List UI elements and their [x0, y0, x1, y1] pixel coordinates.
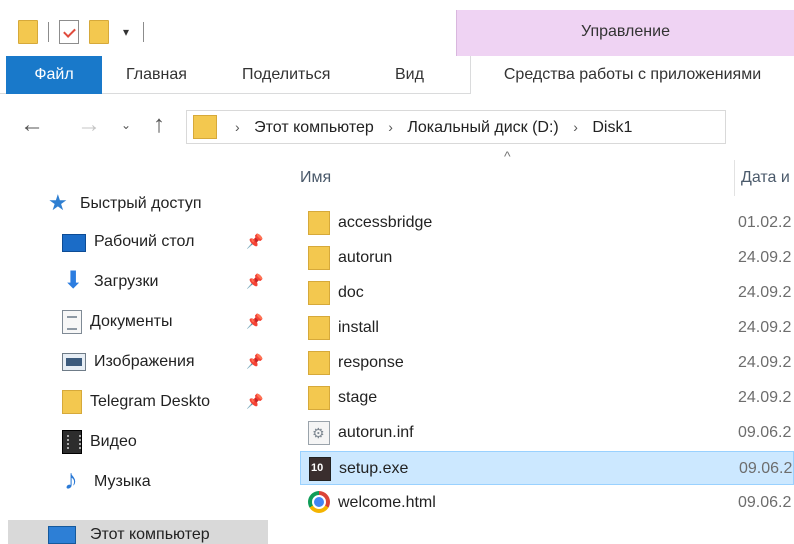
settings-file-icon	[308, 421, 330, 445]
desktop-icon	[62, 234, 86, 252]
file-row[interactable]: stage 24.09.2	[300, 381, 794, 415]
file-date: 24.09.2	[738, 389, 792, 406]
file-row-selected[interactable]: setup.exe 09.06.2	[300, 451, 794, 485]
file-date: 24.09.2	[738, 354, 792, 371]
video-icon	[62, 430, 82, 454]
breadcrumb: › Этот компьютер › Локальный диск (D:) ›…	[225, 111, 632, 143]
file-row[interactable]: accessbridge 01.02.2	[300, 206, 794, 240]
file-name: accessbridge	[338, 214, 433, 231]
title-bar: ▾ Управление	[0, 0, 794, 56]
file-name: response	[338, 354, 404, 371]
computer-icon	[48, 526, 76, 544]
column-header-name[interactable]: Имя	[300, 160, 331, 196]
chrome-html-icon	[308, 491, 330, 513]
breadcrumb-local-disk[interactable]: Локальный диск (D:)	[407, 119, 558, 136]
tab-view[interactable]: Вид	[395, 56, 424, 94]
folder-icon	[308, 246, 330, 270]
pin-icon[interactable]: 📌	[246, 273, 263, 290]
folder-icon	[308, 386, 330, 410]
file-row[interactable]: welcome.html 09.06.2	[300, 486, 794, 520]
sidebar-item-this-pc[interactable]: Этот компьютер	[8, 520, 268, 544]
properties-icon[interactable]	[59, 20, 79, 44]
toolbar-separator	[143, 22, 144, 42]
ribbon-tabs: Файл Главная Поделиться Вид Средства раб…	[0, 56, 794, 94]
up-arrow-icon[interactable]: ↑	[147, 108, 171, 142]
downloads-icon	[62, 266, 86, 295]
file-date: 01.02.2	[738, 214, 792, 231]
chevron-right-icon[interactable]: ›	[573, 119, 578, 135]
tab-share[interactable]: Поделиться	[242, 56, 330, 94]
folder-icon	[193, 115, 217, 139]
sidebar-item-label: Этот компьютер	[90, 526, 210, 543]
folder-icon[interactable]	[18, 20, 38, 44]
context-tab-header: Управление	[456, 10, 794, 56]
music-icon	[62, 464, 86, 496]
file-name: setup.exe	[339, 460, 409, 477]
file-name: doc	[338, 284, 364, 301]
file-name: welcome.html	[338, 494, 436, 511]
file-row[interactable]: install 24.09.2	[300, 311, 794, 345]
navigation-pane: Быстрый доступ Рабочий стол 📌 Загрузки 📌…	[0, 150, 276, 544]
file-name: autorun.inf	[338, 424, 414, 441]
sidebar-item-label: Изображения	[94, 353, 195, 370]
forward-arrow-icon[interactable]: →	[77, 108, 101, 142]
breadcrumb-disk1[interactable]: Disk1	[592, 119, 632, 136]
pin-icon[interactable]: 📌	[246, 353, 263, 370]
folder-icon	[308, 316, 330, 340]
toolbar-separator	[48, 22, 49, 42]
sidebar-item-label: Telegram Deskto	[90, 393, 211, 410]
folder-icon	[62, 390, 82, 414]
tab-file[interactable]: Файл	[6, 56, 102, 94]
column-header-date[interactable]: Дата и	[734, 160, 794, 196]
pictures-icon	[62, 353, 86, 371]
tab-application-tools[interactable]: Средства работы с приложениями	[470, 56, 794, 94]
sidebar-item-label: Видео	[90, 433, 137, 450]
chevron-right-icon[interactable]: ›	[235, 119, 240, 135]
breadcrumb-this-pc[interactable]: Этот компьютер	[254, 119, 374, 136]
file-row[interactable]: autorun 24.09.2	[300, 241, 794, 275]
address-bar[interactable]: › Этот компьютер › Локальный диск (D:) ›…	[186, 110, 726, 144]
sidebar-item-label: Загрузки	[94, 273, 159, 290]
folder-icon	[308, 281, 330, 305]
file-date: 09.06.2	[739, 460, 793, 477]
pin-icon[interactable]: 📌	[246, 393, 263, 410]
sort-ascending-icon: ^	[504, 148, 511, 164]
chevron-down-icon[interactable]: ⌄	[114, 108, 138, 142]
file-name: stage	[338, 389, 378, 406]
file-date: 24.09.2	[738, 319, 792, 336]
tab-home[interactable]: Главная	[126, 56, 187, 94]
quick-access-toolbar: ▾	[18, 18, 144, 46]
file-date: 09.06.2	[738, 424, 792, 441]
star-icon	[48, 190, 72, 216]
pin-icon[interactable]: 📌	[246, 313, 263, 330]
back-arrow-icon[interactable]: ←	[20, 108, 44, 142]
sidebar-item-label: Быстрый доступ	[80, 195, 202, 212]
sidebar-item-label: Документы	[90, 313, 173, 330]
file-row[interactable]: autorun.inf 09.06.2	[300, 416, 794, 450]
folder-icon	[308, 351, 330, 375]
setup-exe-icon	[309, 457, 331, 481]
file-name: autorun	[338, 249, 393, 266]
documents-icon	[62, 310, 82, 334]
sidebar-item-label: Музыка	[94, 473, 151, 490]
file-row[interactable]: doc 24.09.2	[300, 276, 794, 310]
context-tab-header-label: Управление	[581, 23, 670, 40]
sidebar-item-label: Рабочий стол	[94, 233, 195, 250]
file-name: install	[338, 319, 379, 336]
new-folder-icon[interactable]	[89, 20, 109, 44]
navigation-bar: ← → ⌄ ↑ › Этот компьютер › Локальный дис…	[0, 100, 794, 150]
folder-icon	[308, 211, 330, 235]
customize-toolbar-dropdown[interactable]: ▾	[119, 25, 133, 39]
chevron-right-icon[interactable]: ›	[388, 119, 393, 135]
file-row[interactable]: response 24.09.2	[300, 346, 794, 380]
file-date: 24.09.2	[738, 284, 792, 301]
file-list: ^ Имя Дата и accessbridge 01.02.2 autoru…	[276, 148, 794, 544]
file-date: 09.06.2	[738, 494, 792, 511]
pin-icon[interactable]: 📌	[246, 233, 263, 250]
file-date: 24.09.2	[738, 249, 792, 266]
